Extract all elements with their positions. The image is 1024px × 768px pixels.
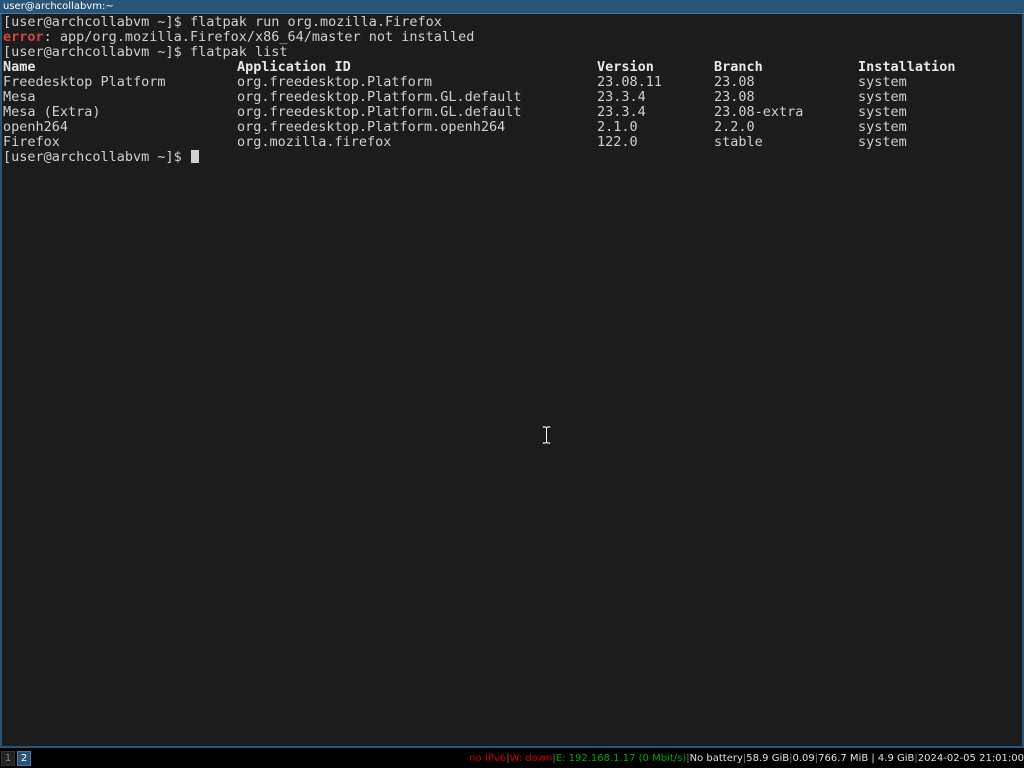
cell-app-id: org.freedesktop.Platform (237, 74, 433, 90)
command-text: flatpak run org.mozilla.Firefox (189, 14, 442, 30)
flatpak-table-header: Name Application ID Version Branch Insta… (3, 60, 1013, 75)
cell-branch: 23.08 (714, 89, 755, 105)
cell-app-id: org.freedesktop.Platform.openh264 (237, 119, 506, 135)
ethernet-status: E: 192.168.1.17 (0 Mbit/s) (555, 753, 687, 764)
table-row: openh264 org.freedesktop.Platform.openh2… (3, 120, 1013, 135)
battery-status: No battery (689, 753, 743, 764)
table-row: Mesa (Extra) org.freedesktop.Platform.GL… (3, 105, 1013, 120)
cell-branch: 2.2.0 (714, 119, 755, 135)
error-label: error (3, 29, 44, 45)
i3-status-bar: 1 2 no IPv6|W: down|E: 192.168.1.17 (0 M… (0, 750, 1024, 768)
cell-installation: system (858, 89, 907, 105)
cell-version: 2.1.0 (597, 119, 638, 135)
terminal-line-command2: [user@archcollabvm ~]$ flatpak list (3, 45, 287, 60)
command-text: flatpak list (189, 44, 288, 60)
workspace-button-1[interactable]: 1 (1, 751, 15, 766)
cell-branch: 23.08 (714, 74, 755, 90)
text-cursor (190, 150, 199, 163)
cell-version: 23.3.4 (597, 104, 646, 120)
column-header-app-id: Application ID (237, 59, 351, 75)
prompt: [user@archcollabvm ~]$ (3, 149, 190, 165)
disk-status: 58.9 GiB (746, 753, 790, 764)
cell-name: Firefox (3, 134, 60, 150)
prompt: [user@archcollabvm ~]$ (3, 44, 190, 60)
cell-name: Mesa (3, 89, 36, 105)
ibeam-cursor-icon (541, 426, 552, 444)
cell-app-id: org.freedesktop.Platform.GL.default (237, 104, 522, 120)
workspace-button-2[interactable]: 2 (17, 751, 31, 766)
memory-status: 766.7 MiB | 4.9 GiB (818, 753, 915, 764)
cell-branch: stable (714, 134, 763, 150)
column-header-installation: Installation (858, 59, 956, 75)
prompt: [user@archcollabvm ~]$ (3, 14, 190, 30)
column-header-version: Version (597, 59, 654, 75)
cell-installation: system (858, 104, 907, 120)
error-message: : app/org.mozilla.Firefox/x86_64/master … (43, 29, 475, 45)
terminal-window[interactable]: [user@archcollabvm ~]$ flatpak run org.m… (0, 14, 1024, 748)
cell-installation: system (858, 74, 907, 90)
cell-name: openh264 (3, 119, 69, 135)
cell-installation: system (858, 134, 907, 150)
terminal-line-error: error: app/org.mozilla.Firefox/x86_64/ma… (3, 30, 474, 45)
cell-installation: system (858, 119, 907, 135)
wireless-status: W: down (509, 753, 553, 764)
window-titlebar[interactable]: user@archcollabvm:~ (0, 0, 1024, 14)
cell-version: 23.3.4 (597, 89, 646, 105)
column-header-name: Name (3, 59, 36, 75)
clock: 2024-02-05 21:01:00 (917, 753, 1024, 764)
terminal-line-command1: [user@archcollabvm ~]$ flatpak run org.m… (3, 15, 442, 30)
cell-version: 23.08.11 (597, 74, 663, 90)
cell-name: Freedesktop Platform (3, 74, 166, 90)
cell-name: Mesa (Extra) (3, 104, 101, 120)
column-header-branch: Branch (714, 59, 763, 75)
table-row: Freedesktop Platform org.freedesktop.Pla… (3, 75, 1013, 90)
ipv6-status: no IPv6 (469, 753, 507, 764)
window-title: user@archcollabvm:~ (3, 1, 114, 12)
load-status: 0.09 (792, 753, 815, 764)
cell-app-id: org.freedesktop.Platform.GL.default (237, 89, 522, 105)
cell-version: 122.0 (597, 134, 638, 150)
status-blocks: no IPv6|W: down|E: 192.168.1.17 (0 Mbit/… (469, 753, 1024, 764)
cell-branch: 23.08-extra (714, 104, 804, 120)
table-row: Firefox org.mozilla.firefox 122.0 stable… (3, 135, 1013, 150)
cell-app-id: org.mozilla.firefox (237, 134, 392, 150)
terminal-line-prompt[interactable]: [user@archcollabvm ~]$ (3, 150, 199, 165)
table-row: Mesa org.freedesktop.Platform.GL.default… (3, 90, 1013, 105)
